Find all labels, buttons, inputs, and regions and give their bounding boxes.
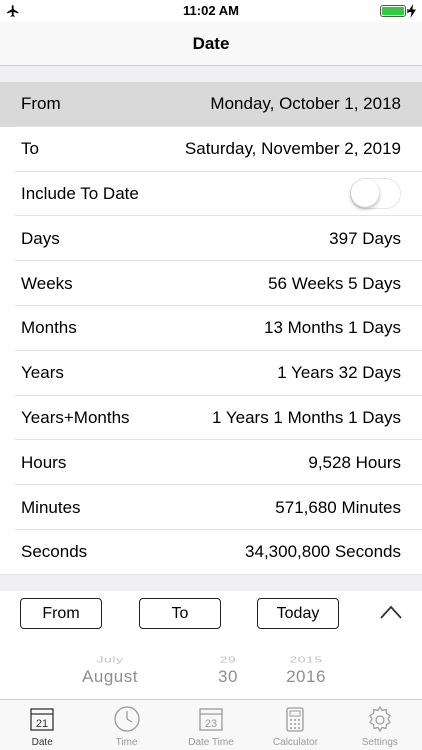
year-wheel[interactable]: 2015 2016 (266, 651, 346, 687)
calendar-badge: 21 (36, 718, 48, 730)
chevron-up-icon[interactable] (380, 605, 402, 619)
row-value: 1 Years 32 Days (277, 363, 401, 383)
calendar-icon: 23 (199, 708, 223, 731)
row-value: 9,528 Hours (308, 452, 401, 472)
clock-icon (113, 706, 140, 732)
years-months-row: Years+Months 1 Years 1 Months 1 Days (0, 395, 422, 441)
row-label: Hours (21, 452, 67, 472)
row-label: Years (21, 363, 64, 383)
row-label: Minutes (21, 497, 81, 517)
group-separator (0, 66, 422, 82)
from-date-row[interactable]: From Monday, October 1, 2018 (0, 82, 422, 127)
tab-calculator[interactable]: Calculator (253, 700, 337, 750)
toggle-knob (351, 179, 379, 208)
month-wheel[interactable]: July August (60, 651, 160, 687)
months-row: Months 13 Months 1 Days (0, 305, 422, 351)
calendar-icon: 21 (30, 708, 54, 731)
tab-date[interactable]: 21 Date (0, 700, 84, 750)
include-to-date-toggle[interactable] (350, 178, 401, 210)
tab-label: Date Time (188, 737, 234, 748)
hours-row: Hours 9,528 Hours (0, 440, 422, 486)
calendar-badge: 23 (205, 718, 217, 730)
seconds-row: Seconds 34,300,800 Seconds (0, 529, 422, 575)
picker-prev-day: 29 (219, 654, 237, 665)
days-row: Days 397 Days (0, 216, 422, 262)
row-value: Saturday, November 2, 2019 (184, 139, 401, 159)
row-label: Seconds (21, 542, 88, 562)
row-label: From (21, 94, 61, 114)
day-wheel[interactable]: 29 30 (198, 651, 258, 687)
to-date-row[interactable]: To Saturday, November 2, 2019 (0, 126, 422, 172)
charging-bolt-icon (408, 4, 416, 18)
row-label: Months (21, 318, 77, 338)
weeks-row: Weeks 56 Weeks 5 Days (0, 261, 422, 306)
status-time: 11:02 AM (183, 3, 239, 18)
row-value: 571,680 Minutes (275, 497, 401, 517)
status-bar: 11:02 AM (0, 0, 422, 22)
picker-prev-month: July (96, 654, 124, 665)
include-to-date-row: Include To Date (0, 171, 422, 217)
date-picker-panel: From To Today July August 29 30 2015 201… (0, 591, 422, 701)
navigation-bar: Date (0, 22, 422, 66)
tab-date-time[interactable]: 23 Date Time (169, 700, 253, 750)
picker-prev-year: 2015 (289, 654, 323, 665)
tab-label: Calculator (272, 737, 318, 748)
years-row: Years 1 Years 32 Days (0, 350, 422, 396)
row-value: 397 Days (329, 228, 401, 248)
row-label: Days (21, 228, 60, 248)
gear-icon (369, 705, 391, 733)
row-value: 1 Years 1 Months 1 Days (211, 407, 401, 427)
calculator-icon (286, 707, 305, 732)
tab-time[interactable]: Time (84, 700, 168, 750)
tab-label: Settings (361, 737, 398, 748)
row-value: 34,300,800 Seconds (245, 542, 401, 562)
battery-icon (380, 5, 409, 17)
from-button[interactable]: From (20, 598, 102, 629)
group-separator (0, 575, 422, 591)
tab-label: Time (115, 737, 138, 748)
results-list: From Monday, October 1, 2018 To Saturday… (0, 82, 422, 575)
row-value: Monday, October 1, 2018 (210, 94, 401, 114)
tab-settings[interactable]: Settings (338, 700, 422, 750)
tab-bar: 21 Date Time 23 Date Time Calculator Set… (0, 699, 422, 750)
row-label: Include To Date (21, 183, 139, 203)
to-button[interactable]: To (139, 598, 221, 629)
row-label: Weeks (21, 273, 73, 293)
today-button[interactable]: Today (257, 598, 339, 629)
row-value: 13 Months 1 Days (263, 318, 401, 338)
picker-current-day: 30 (218, 667, 238, 686)
picker-current-year: 2016 (286, 667, 326, 686)
row-value: 56 Weeks 5 Days (268, 273, 401, 293)
picker-current-month: August (82, 667, 138, 686)
minutes-row: Minutes 571,680 Minutes (0, 485, 422, 530)
page-title: Date (192, 34, 230, 53)
row-label: To (21, 139, 39, 159)
row-label: Years+Months (21, 407, 130, 427)
tab-label: Date (31, 737, 53, 748)
